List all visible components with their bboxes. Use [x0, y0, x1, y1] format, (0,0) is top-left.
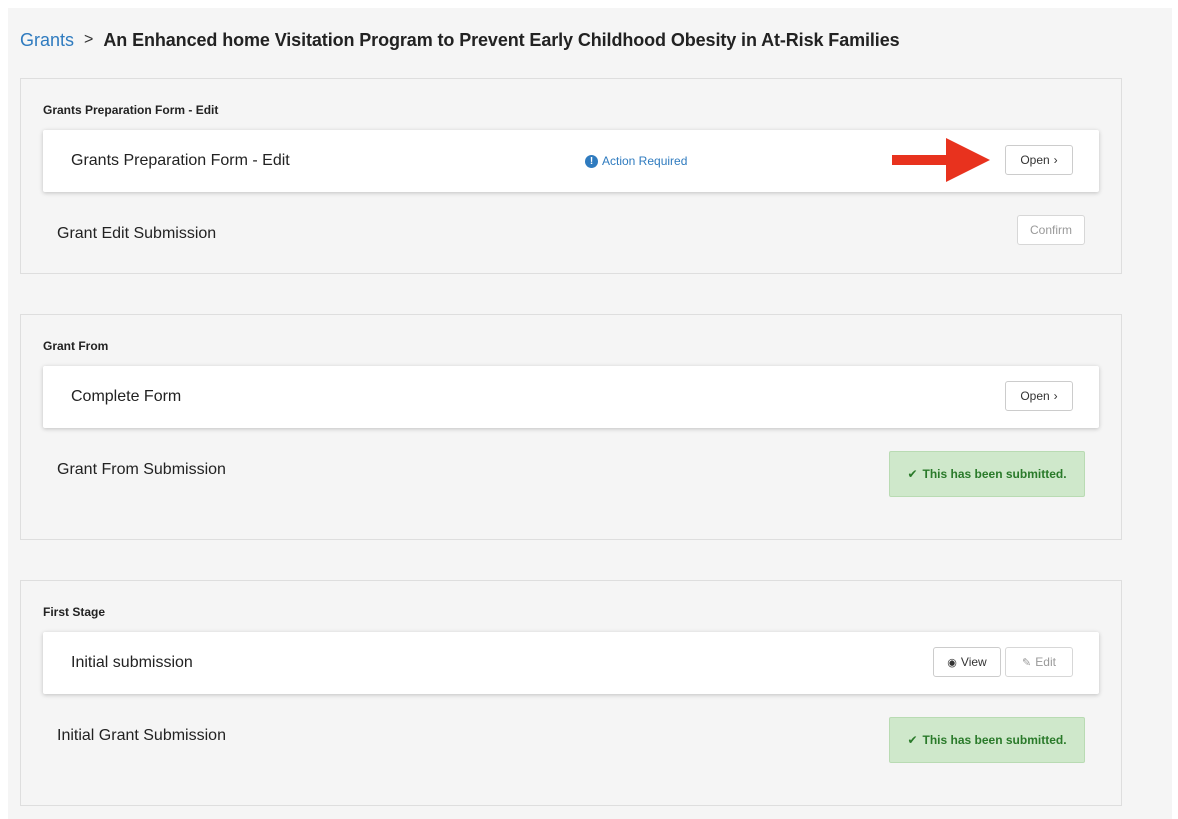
card-label: Grants Preparation Form - Edit [71, 152, 290, 169]
confirm-button[interactable]: Confirm [1017, 215, 1085, 245]
card-complete-form: Complete Form Open › [43, 366, 1099, 428]
section-title: First Stage [43, 605, 106, 619]
eye-icon: ◉ [947, 656, 957, 669]
action-required-status: ! Action Required [585, 154, 687, 168]
section-first-stage: First Stage Initial submission ◉ View ✎ … [20, 580, 1122, 806]
edit-button[interactable]: ✎ Edit [1005, 647, 1073, 677]
breadcrumb-separator: > [84, 31, 94, 48]
section-title: Grants Preparation Form - Edit [43, 103, 219, 117]
open-button-label: Open [1020, 389, 1050, 403]
section-grant-from: Grant From Complete Form Open › Grant Fr… [20, 314, 1122, 540]
submitted-badge: ✔ This has been submitted. [889, 451, 1085, 497]
view-button[interactable]: ◉ View [933, 647, 1001, 677]
section-title: Grant From [43, 339, 109, 353]
info-icon: ! [585, 154, 598, 168]
breadcrumb-grants-link[interactable]: Grants [20, 30, 74, 51]
card-initial-submission: Initial submission ◉ View ✎ Edit [43, 632, 1099, 694]
status-text: Action Required [602, 154, 688, 168]
annotation-arrow-icon [892, 138, 990, 182]
open-button[interactable]: Open › [1005, 381, 1073, 411]
breadcrumb: Grants > An Enhanced home Visitation Pro… [20, 29, 900, 51]
card-label: Complete Form [71, 388, 182, 405]
submitted-text: This has been submitted. [922, 733, 1067, 747]
open-button[interactable]: Open › [1005, 145, 1073, 175]
submitted-text: This has been submitted. [922, 467, 1067, 481]
edit-button-label: Edit [1035, 655, 1056, 669]
card-label: Initial submission [71, 654, 193, 671]
row-label-initial-grant-submission: Initial Grant Submission [57, 727, 226, 744]
row-label-grant-from-submission: Grant From Submission [57, 461, 226, 478]
open-button-label: Open [1020, 153, 1050, 167]
submitted-badge: ✔ This has been submitted. [889, 717, 1085, 763]
edit-icon: ✎ [1022, 656, 1032, 669]
row-label-grant-edit-submission: Grant Edit Submission [57, 225, 217, 242]
chevron-right-icon: › [1053, 153, 1058, 167]
check-icon: ✔ [907, 467, 918, 481]
page-title: An Enhanced home Visitation Program to P… [103, 29, 900, 50]
check-icon: ✔ [907, 733, 918, 747]
view-button-label: View [960, 655, 987, 669]
chevron-right-icon: › [1053, 389, 1058, 403]
